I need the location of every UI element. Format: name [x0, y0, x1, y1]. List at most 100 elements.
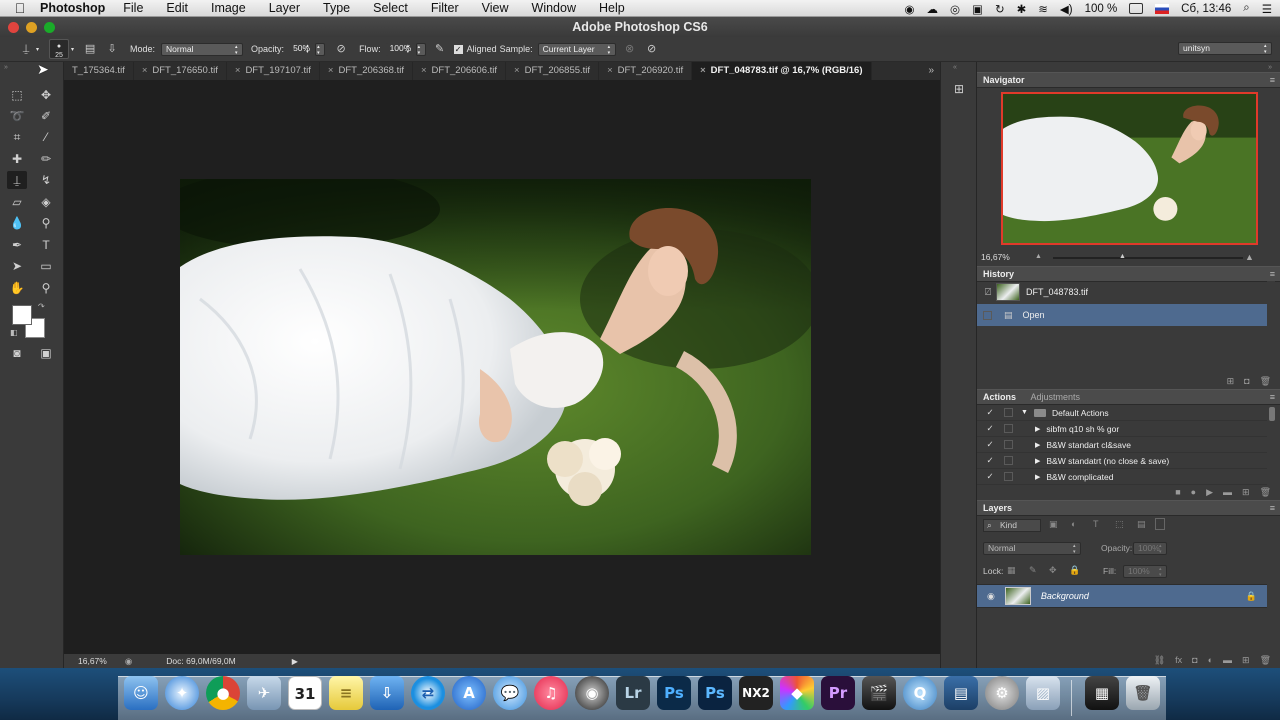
status-zoom[interactable]: 16,67%: [78, 656, 107, 666]
stop-icon[interactable]: ■: [1175, 487, 1180, 501]
flow-value[interactable]: 100%: [385, 42, 414, 56]
lock-all-icon[interactable]: 🔒: [1069, 565, 1080, 576]
pressure-size-icon[interactable]: ⊘: [644, 42, 660, 57]
tab-document[interactable]: T_175364.tif: [64, 62, 134, 80]
eyedropper-tool-icon[interactable]: ⁄: [36, 128, 56, 146]
bluetooth-icon[interactable]: ✱: [1017, 2, 1027, 16]
strip-collapse-icon[interactable]: «: [953, 64, 957, 71]
messages-icon[interactable]: 💬: [493, 676, 527, 710]
opacity-value[interactable]: 50%: [289, 42, 314, 56]
minimize-window-icon[interactable]: [26, 22, 37, 33]
default-colors-icon[interactable]: ◧: [10, 328, 18, 337]
action-row[interactable]: ✓ ▶ B&W standart cl&save: [977, 437, 1267, 453]
new-snapshot-icon[interactable]: ◘: [1244, 376, 1249, 390]
airbrush-icon[interactable]: ✎: [432, 42, 448, 57]
add-mask-icon[interactable]: ◘: [1192, 655, 1197, 669]
action-dialog-box[interactable]: [1004, 456, 1013, 465]
system-preferences-icon[interactable]: ⚙: [985, 676, 1019, 710]
sample-select[interactable]: Current Layer: [537, 42, 616, 56]
tab-document[interactable]: × DFT_197107.tif: [227, 62, 320, 80]
more-tabs-icon[interactable]: »: [928, 62, 934, 80]
record-icon[interactable]: ◉: [904, 2, 914, 16]
action-check-icon[interactable]: ✓: [984, 471, 996, 482]
clone-source-icon[interactable]: ⇩: [104, 42, 120, 57]
navigator-menu-icon[interactable]: ≡: [1270, 73, 1275, 87]
panels-collapse-icon[interactable]: »: [1268, 64, 1272, 71]
tab-document[interactable]: × DFT_206368.tif: [320, 62, 413, 80]
tab-document[interactable]: × DFT_206606.tif: [413, 62, 507, 80]
history-snapshot[interactable]: ⍁ DFT_048783.tif: [977, 281, 1267, 303]
blur-tool-icon[interactable]: 💧: [7, 214, 27, 232]
tab-document[interactable]: × DFT_176650.tif: [134, 62, 227, 80]
menu-type[interactable]: Type: [323, 1, 350, 15]
quick-mask-icon[interactable]: ◙: [7, 344, 27, 362]
delete-state-icon[interactable]: 🗑: [1260, 376, 1271, 390]
filter-smart-object-icon[interactable]: ▤: [1137, 519, 1146, 530]
action-set-row[interactable]: ✓ ▼ Default Actions: [977, 405, 1267, 421]
layers-menu-icon[interactable]: ≡: [1270, 501, 1275, 515]
itunes-icon[interactable]: ♫: [534, 676, 568, 710]
layers-opacity-value[interactable]: 100%: [1133, 542, 1167, 555]
lasso-tool-icon[interactable]: ➰: [7, 107, 27, 125]
app-menu[interactable]: Photoshop: [40, 1, 105, 15]
spotlight-icon[interactable]: ⌕: [1243, 2, 1249, 15]
safari-icon[interactable]: ✦: [165, 676, 199, 710]
action-check-icon[interactable]: ✓: [984, 439, 996, 450]
action-set-dialog-box[interactable]: [1004, 408, 1013, 417]
history-scrollbar[interactable]: [1267, 281, 1275, 391]
menu-window[interactable]: Window: [532, 1, 576, 15]
new-document-from-state-icon[interactable]: ⊞: [1227, 376, 1235, 390]
nikon-transfer-icon[interactable]: ◆: [780, 676, 814, 710]
filter-pixel-icon[interactable]: ▣: [1049, 519, 1058, 530]
dodge-tool-icon[interactable]: ⚲: [36, 214, 56, 232]
workspace-select[interactable]: unitsyn: [1178, 42, 1272, 55]
capture-nx2-icon[interactable]: NX2: [739, 676, 773, 710]
history-state-open[interactable]: ▤ Open: [977, 304, 1267, 326]
tab-document[interactable]: × DFT_206920.tif: [599, 62, 693, 80]
menu-file[interactable]: File: [123, 1, 143, 15]
expand-set-icon[interactable]: ▼: [1021, 409, 1028, 416]
action-check-icon[interactable]: ✓: [984, 455, 996, 466]
adjustment-layer-icon[interactable]: ◐: [1208, 655, 1213, 669]
layers-header[interactable]: Layers ≡: [977, 500, 1280, 516]
action-dialog-box[interactable]: [1004, 440, 1013, 449]
new-set-icon[interactable]: ▬: [1223, 487, 1232, 501]
final-cut-icon[interactable]: 🎬: [862, 676, 896, 710]
blend-mode-select[interactable]: Normal: [983, 542, 1081, 555]
filter-type-icon[interactable]: T: [1093, 519, 1099, 529]
close-window-icon[interactable]: [8, 22, 19, 33]
close-tab-icon[interactable]: ×: [700, 65, 706, 76]
volume-icon[interactable]: ◀): [1060, 2, 1073, 16]
flag-icon[interactable]: [1155, 3, 1170, 14]
close-tab-icon[interactable]: ×: [607, 65, 613, 76]
action-dialog-box[interactable]: [1004, 424, 1013, 433]
history-menu-icon[interactable]: ≡: [1270, 267, 1275, 281]
status-menu-arrow-icon[interactable]: ▶: [292, 657, 298, 666]
navigator-thumbnail[interactable]: [1001, 92, 1258, 245]
delete-action-icon[interactable]: 🗑: [1260, 487, 1271, 501]
tab-document-active[interactable]: × DFT_048783.tif @ 16,7% (RGB/16): [692, 62, 872, 80]
action-row[interactable]: ✓ ▶ B&W complicated: [977, 469, 1267, 485]
photoshop-icon[interactable]: Ps: [657, 676, 691, 710]
navigator-zoom[interactable]: 16,67%: [981, 252, 1010, 262]
menu-filter[interactable]: Filter: [431, 1, 459, 15]
downloads-stack-icon[interactable]: ▦: [1085, 676, 1119, 710]
zoom-in-icon[interactable]: ▲: [1245, 252, 1254, 262]
zoom-window-icon[interactable]: [44, 22, 55, 33]
brush-preset-picker[interactable]: ● 25: [49, 39, 70, 59]
mode-select[interactable]: Normal: [161, 42, 244, 56]
healing-brush-tool-icon[interactable]: ✚: [7, 150, 27, 168]
brush-panel-icon[interactable]: ▤: [82, 42, 98, 57]
expand-action-icon[interactable]: ▶: [1035, 457, 1040, 465]
downloads-folder-icon[interactable]: ⇩: [370, 676, 404, 710]
clone-stamp-tool-icon[interactable]: ⍊: [7, 171, 27, 189]
display-icon[interactable]: ▣: [972, 2, 983, 16]
hand-tool-icon[interactable]: ✋: [7, 279, 27, 297]
actions-menu-icon[interactable]: ≡: [1270, 390, 1275, 404]
action-set-check-icon[interactable]: ✓: [984, 407, 996, 418]
flow-slider-toggle[interactable]: [415, 42, 426, 56]
lock-transparent-icon[interactable]: ▦: [1007, 565, 1016, 576]
zoom-out-icon[interactable]: ▲: [1035, 253, 1042, 260]
photo-image[interactable]: [180, 179, 811, 555]
navigator-zoom-slider[interactable]: [1053, 257, 1243, 259]
